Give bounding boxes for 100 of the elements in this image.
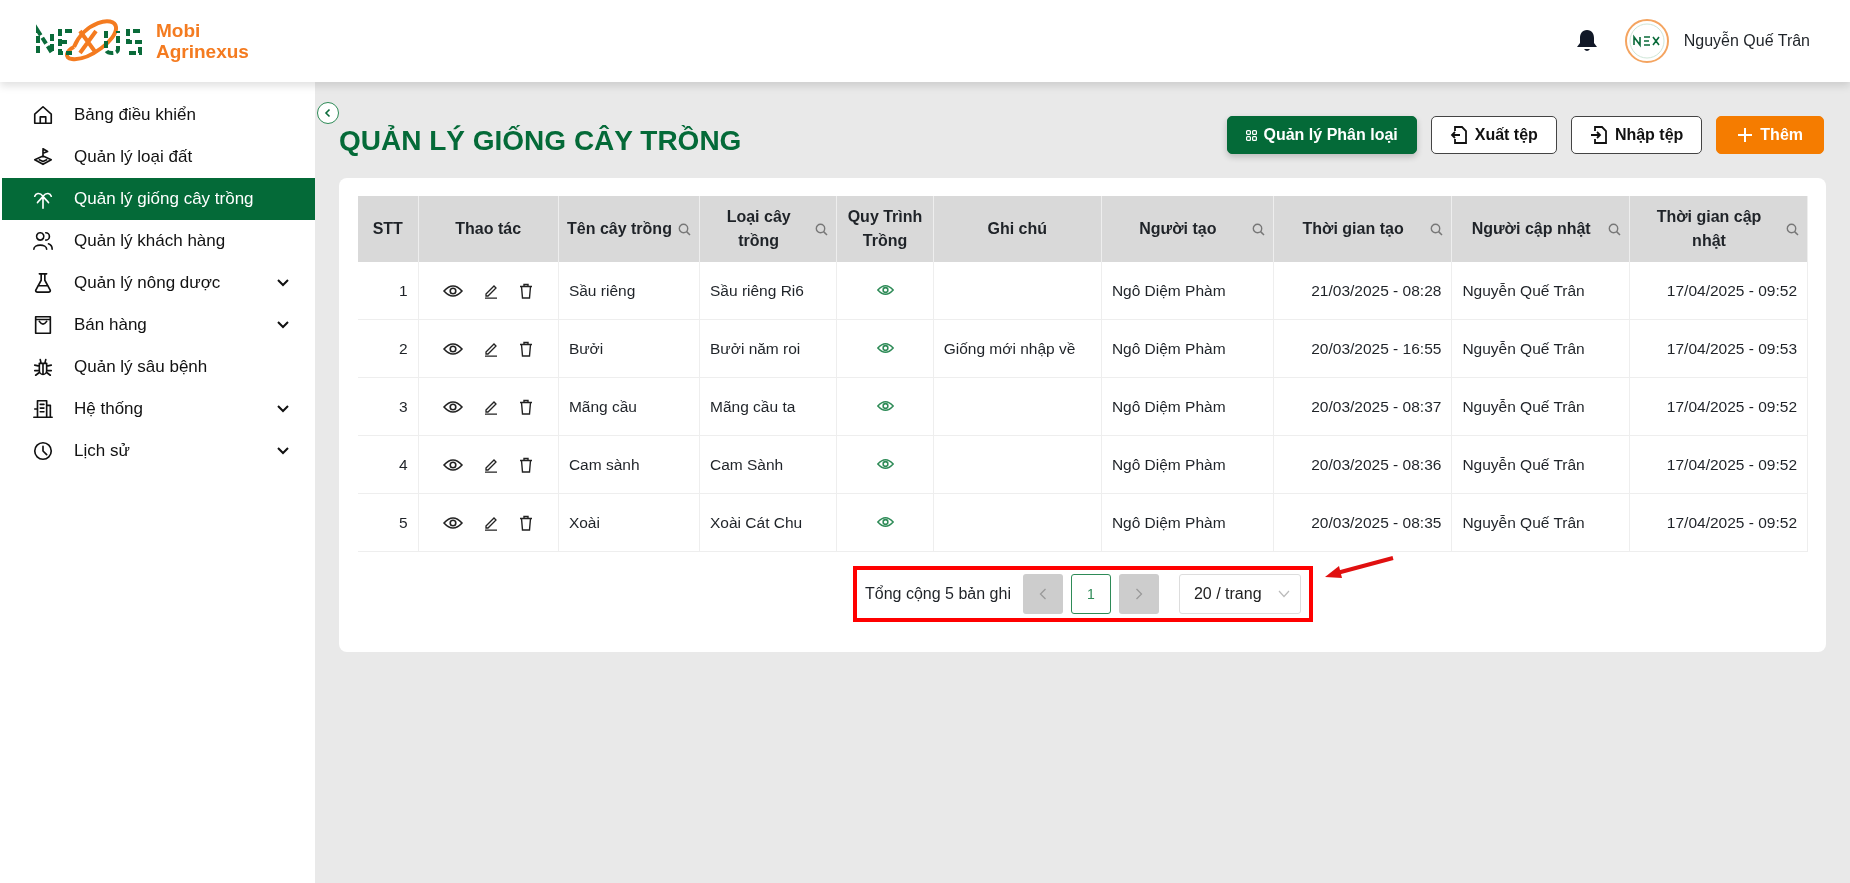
chevron-left-icon <box>1038 588 1047 600</box>
home-icon <box>32 104 54 126</box>
delete-icon[interactable] <box>519 340 534 357</box>
sidebar-item[interactable]: Lịch sử <box>2 430 315 472</box>
search-icon[interactable] <box>1251 222 1265 236</box>
collapse-button[interactable] <box>317 102 339 124</box>
table-cell: 20/03/2025 - 08:37 <box>1311 397 1442 415</box>
sidebar-item[interactable]: Bảng điều khiển <box>2 94 315 136</box>
chevron-right-icon <box>1134 588 1143 600</box>
table-cell: 17/04/2025 - 09:52 <box>1666 281 1797 299</box>
delete-icon[interactable] <box>519 398 534 415</box>
column-header: STT <box>358 196 418 262</box>
chevron-down-icon <box>277 405 289 413</box>
view-icon[interactable] <box>443 283 464 298</box>
sidebar-item[interactable]: Hệ thống <box>2 388 315 430</box>
file-export-icon <box>1449 125 1468 145</box>
column-header: Thao tác <box>418 196 559 262</box>
avatar-icon[interactable] <box>1623 18 1670 64</box>
chevron-down-icon <box>277 447 289 455</box>
table-cell: Ngô Diệm Phàm <box>1111 281 1226 299</box>
sidebar-item[interactable]: Quản lý khách hàng <box>2 220 315 262</box>
chevron-down-icon <box>277 279 289 287</box>
table-cell: Mãng cầu <box>568 397 637 415</box>
table-cell: Ngô Diệm Phàm <box>1111 397 1226 415</box>
table-cell: Bưởi <box>568 339 604 357</box>
table-cell: Nguyễn Quế Trân <box>1462 397 1585 415</box>
column-header: Người cập nhật <box>1451 196 1630 262</box>
table-cell: 17/04/2025 - 09:52 <box>1666 397 1797 415</box>
chevron-down-icon <box>277 321 289 329</box>
table-cell: 20/03/2025 - 08:36 <box>1311 455 1442 473</box>
table-cell: Xoài <box>568 513 600 531</box>
table-cell: 5 <box>398 513 408 531</box>
sidebar-item[interactable]: Bán hàng <box>2 304 315 346</box>
plus-icon <box>1737 127 1754 143</box>
column-header: Ghi chú <box>933 196 1102 262</box>
view-icon[interactable] <box>443 515 464 530</box>
table-cell: Ngô Diệm Phàm <box>1111 455 1226 473</box>
column-header: Người tạo <box>1101 196 1274 262</box>
table-cell: Cam Sành <box>710 455 784 473</box>
import-button[interactable]: Nhập tệp <box>1570 116 1703 154</box>
table-cell: Xoài Cát Chu <box>710 513 803 531</box>
search-icon[interactable] <box>678 222 691 236</box>
table-cell: Ngô Diệm Phàm <box>1111 339 1226 357</box>
search-icon[interactable] <box>1430 222 1444 236</box>
page-size-select[interactable]: 20 / trang <box>1178 574 1301 614</box>
column-header: Thời gian cập nhật <box>1629 196 1808 262</box>
table-cell: 17/04/2025 - 09:52 <box>1666 513 1797 531</box>
delete-icon[interactable] <box>519 514 534 531</box>
sidebar-item[interactable]: Quản lý sâu bệnh <box>2 346 315 388</box>
table-cell: Ngô Diệm Phàm <box>1111 513 1226 531</box>
table-cell: Bưởi năm roi <box>710 339 801 357</box>
table-cell: 20/03/2025 - 16:55 <box>1311 339 1442 357</box>
table-cell: 17/04/2025 - 09:52 <box>1666 455 1797 473</box>
people-icon <box>32 230 54 252</box>
table-cell: 4 <box>398 455 408 473</box>
search-icon[interactable] <box>815 222 829 236</box>
view-icon[interactable] <box>443 457 464 472</box>
bag-icon <box>32 314 54 336</box>
file-import-icon <box>1589 125 1608 145</box>
brand-name: Mobi <box>156 20 202 41</box>
user-name[interactable]: Nguyễn Quế Trân <box>1683 32 1810 50</box>
table-cell: 3 <box>398 397 408 415</box>
category-button[interactable]: Quản lý Phân loại <box>1226 116 1417 154</box>
sidebar-item[interactable]: Quản lý giống cây trồng <box>2 178 315 220</box>
table-cell: 17/04/2025 - 09:53 <box>1666 339 1797 357</box>
column-header: Tên cây trồng <box>558 196 700 262</box>
delete-icon[interactable] <box>519 456 534 473</box>
grid-icon <box>1245 129 1257 141</box>
flask-icon <box>32 272 54 294</box>
view-icon[interactable] <box>443 341 464 356</box>
table-cell: Giống mới nhập về <box>943 339 1076 357</box>
table-cell: 21/03/2025 - 08:28 <box>1311 281 1442 299</box>
table-cell: 1 <box>398 281 408 299</box>
column-header: Thời gian tạo <box>1273 196 1452 262</box>
bug-icon <box>32 356 54 378</box>
table-cell: Sầu riêng <box>568 281 636 299</box>
search-icon[interactable] <box>1608 222 1621 236</box>
table-cell: Nguyễn Quế Trân <box>1462 455 1585 473</box>
table-cell: Nguyễn Quế Trân <box>1462 281 1585 299</box>
total-count: Tổng cộng 5 bản ghi <box>865 585 1011 603</box>
page-title: QUẢN LÝ GIỐNG CÂY TRỒNG <box>339 125 742 157</box>
table-cell: Mãng cầu ta <box>710 397 796 415</box>
column-header: Loại cây trồng <box>699 196 837 262</box>
table-cell: 2 <box>398 339 408 357</box>
column-header: Quy Trình Trồng <box>836 196 934 262</box>
sidebar-item[interactable]: Quản lý nông dược <box>2 262 315 304</box>
chevron-down-icon <box>1277 590 1290 598</box>
bell-icon[interactable] <box>1575 29 1598 53</box>
building-icon <box>32 398 54 420</box>
table-cell: Nguyễn Quế Trân <box>1462 513 1585 531</box>
table-cell: Sầu riêng Ri6 <box>710 281 804 299</box>
page-button[interactable]: 1 <box>1070 574 1111 614</box>
delete-icon[interactable] <box>519 282 534 299</box>
export-button[interactable]: Xuất tệp <box>1430 116 1557 154</box>
table-cell: 20/03/2025 - 08:35 <box>1311 513 1442 531</box>
chevron-left-icon <box>323 108 333 118</box>
view-icon[interactable] <box>443 399 464 414</box>
search-icon[interactable] <box>1786 222 1799 236</box>
clock-icon <box>32 440 54 462</box>
sidebar-item[interactable]: Quản lý loại đất <box>2 136 315 178</box>
